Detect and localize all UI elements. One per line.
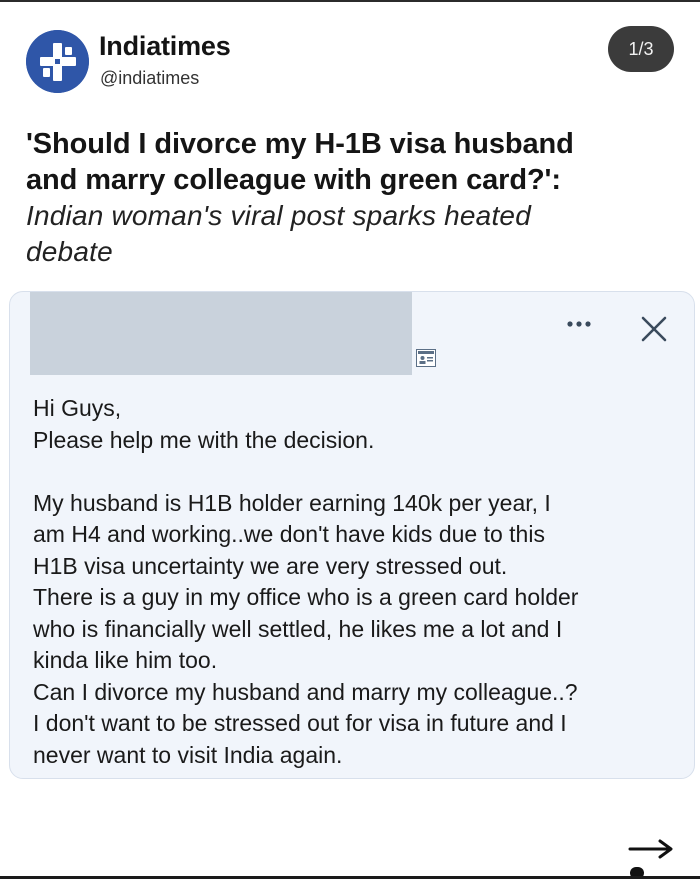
top-divider [0,0,700,2]
post-header: Indiatimes @indiatimes 1/3 [26,26,676,96]
post-request: Please help me with the decision. [33,426,375,453]
post-body-line: kinda like him too. [33,647,218,673]
post-body-line: H1B visa uncertainty we are very stresse… [33,552,508,579]
article-headline: 'Should I divorce my H-1B visa husband a… [26,126,676,270]
logo-icon [26,30,89,93]
post-body-line: Can I divorce my husband and marry my co… [33,678,578,705]
screenshot-post-card: Hi Guys, Please help me with the decisio… [9,291,695,779]
profile-card-icon [416,349,436,367]
post-body-text: Hi Guys, Please help me with the decisio… [33,393,683,771]
page-counter-badge: 1/3 [608,26,674,72]
headline-subtitle: Indian woman's viral post sparks heated … [26,198,676,270]
brand-name[interactable]: Indiatimes [99,31,231,62]
headline-bold: 'Should I divorce my H-1B visa husband a… [26,126,676,198]
headline-bold-line: 'Should I divorce my H-1B visa husband [26,128,574,160]
post-body-line: My husband is H1B holder earning 140k pe… [33,489,551,516]
post-body-line: am H4 and working..we don't have kids du… [33,521,545,547]
more-dots-icon[interactable] [562,314,596,334]
headline-subtitle-line: Indian woman's viral post sparks heated [26,200,531,231]
arrow-right-icon[interactable] [626,837,676,879]
post-body-line: who is financially well settled, he like… [33,615,563,642]
headline-subtitle-line: debate [26,236,113,267]
post-body-line: There is a guy in my office who is a gre… [33,584,579,610]
close-icon[interactable] [640,315,668,343]
brand-handle[interactable]: @indiatimes [100,68,199,89]
headline-bold-line: and marry colleague with green card?': [26,164,561,196]
post-body-line: never want to visit India again. [33,741,343,768]
post-greeting: Hi Guys, [33,395,122,421]
indiatimes-logo[interactable] [26,30,89,93]
post-body-line: I don't want to be stressed out for visa… [33,710,567,736]
redacted-author-block [30,292,412,375]
